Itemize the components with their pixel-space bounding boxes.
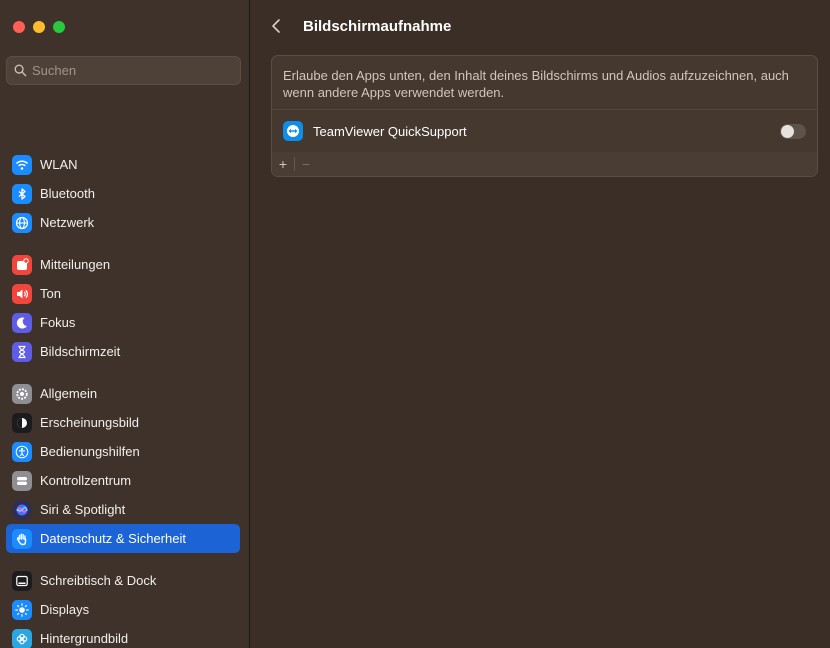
- sidebar-item-mitteilungen[interactable]: Mitteilungen: [6, 250, 240, 279]
- sidebar-item-label: Bedienungshilfen: [40, 444, 140, 459]
- back-button[interactable]: [271, 14, 287, 38]
- globe-icon: [12, 212, 32, 233]
- appearance-icon: [12, 412, 32, 433]
- screen-recording-panel: Erlaube den Apps unten, den Inhalt deine…: [271, 55, 818, 177]
- speaker-icon: [12, 283, 32, 304]
- close-window-button[interactable]: [13, 21, 25, 33]
- sidebar-item-allgemein[interactable]: Allgemein: [6, 379, 240, 408]
- sidebar-item-wlan[interactable]: WLAN: [6, 150, 240, 179]
- search-input[interactable]: [32, 63, 232, 78]
- chevron-left-icon: [272, 19, 280, 33]
- permission-description: Erlaube den Apps unten, den Inhalt deine…: [283, 68, 789, 100]
- title-bar: Bildschirmaufnahme: [271, 14, 451, 38]
- list-toolbar: + −: [272, 152, 817, 176]
- page-title: Bildschirmaufnahme: [303, 17, 452, 35]
- sidebar-group-system: Allgemein Erscheinungsbild Bedienungshil…: [6, 379, 240, 553]
- wallpaper-icon: [12, 628, 32, 648]
- sidebar-item-hintergrundbild[interactable]: Hintergrundbild: [6, 624, 240, 648]
- teamviewer-icon: [283, 121, 303, 141]
- sidebar-item-kontrollzentrum[interactable]: Kontrollzentrum: [6, 466, 240, 495]
- sidebar-item-label: Siri & Spotlight: [40, 502, 126, 517]
- hourglass-icon: [12, 341, 32, 362]
- sidebar-item-label: Allgemein: [40, 386, 98, 401]
- zoom-window-button[interactable]: [53, 21, 65, 33]
- sidebar-item-label: Displays: [40, 602, 90, 617]
- sidebar-item-label: Bildschirmzeit: [40, 344, 121, 359]
- sidebar-item-bluetooth[interactable]: Bluetooth: [6, 179, 240, 208]
- sidebar-item-label: Erscheinungsbild: [40, 415, 140, 430]
- content-pane: Bildschirmaufnahme Erlaube den Apps unte…: [251, 0, 830, 648]
- sidebar-item-label: Schreibtisch & Dock: [40, 573, 157, 588]
- sidebar-item-datenschutz-sicherheit[interactable]: Datenschutz & Sicherheit: [6, 524, 240, 553]
- control-center-icon: [12, 470, 32, 491]
- hand-icon: [12, 528, 32, 549]
- search-field[interactable]: [6, 56, 241, 85]
- search-icon: [14, 64, 27, 77]
- app-name: TeamViewer QuickSupport: [313, 123, 467, 139]
- sidebar-item-label: Mitteilungen: [40, 257, 111, 272]
- sidebar-item-netzwerk[interactable]: Netzwerk: [6, 208, 240, 237]
- sidebar-item-fokus[interactable]: Fokus: [6, 308, 240, 337]
- screen-recording-toggle[interactable]: [780, 123, 806, 139]
- accessibility-icon: [12, 441, 32, 462]
- sidebar-item-displays[interactable]: Displays: [6, 595, 240, 624]
- minimize-window-button[interactable]: [33, 21, 45, 33]
- wifi-icon: [12, 154, 32, 175]
- remove-app-button[interactable]: −: [295, 152, 317, 176]
- sidebar: WLAN Bluetooth Netzwerk Mitteilungen: [0, 0, 250, 648]
- bluetooth-icon: [12, 183, 32, 204]
- sidebar-group-notifications: Mitteilungen Ton Fokus Bildschirmzeit: [6, 250, 240, 366]
- sidebar-item-siri-spotlight[interactable]: Siri & Spotlight: [6, 495, 240, 524]
- sun-icon: [12, 599, 32, 620]
- dock-icon: [12, 570, 32, 591]
- sidebar-item-label: Kontrollzentrum: [40, 473, 132, 488]
- sidebar-group-network: WLAN Bluetooth Netzwerk: [6, 150, 240, 237]
- sidebar-item-schreibtisch-dock[interactable]: Schreibtisch & Dock: [6, 566, 240, 595]
- window-controls: [13, 21, 65, 33]
- divider: [272, 109, 817, 110]
- sidebar-item-bildschirmzeit[interactable]: Bildschirmzeit: [6, 337, 240, 366]
- sidebar-item-label: Bluetooth: [40, 186, 95, 201]
- add-app-button[interactable]: +: [272, 152, 294, 176]
- sidebar-item-label: Ton: [40, 286, 61, 301]
- sidebar-item-label: Fokus: [40, 315, 76, 330]
- sidebar-item-label: Netzwerk: [40, 215, 95, 230]
- gear-icon: [12, 383, 32, 404]
- sidebar-item-label: WLAN: [40, 157, 78, 172]
- sidebar-item-label: Datenschutz & Sicherheit: [40, 531, 186, 546]
- moon-icon: [12, 312, 32, 333]
- siri-icon: [12, 499, 32, 520]
- toggle-knob: [781, 124, 794, 138]
- sidebar-item-ton[interactable]: Ton: [6, 279, 240, 308]
- sidebar-group-desktop: Schreibtisch & Dock Displays Hintergrund…: [6, 566, 240, 648]
- app-row: TeamViewer QuickSupport: [283, 119, 806, 143]
- sidebar-item-erscheinungsbild[interactable]: Erscheinungsbild: [6, 408, 240, 437]
- sidebar-item-bedienungshilfen[interactable]: Bedienungshilfen: [6, 437, 240, 466]
- sidebar-item-label: Hintergrundbild: [40, 631, 129, 646]
- bell-icon: [12, 254, 32, 275]
